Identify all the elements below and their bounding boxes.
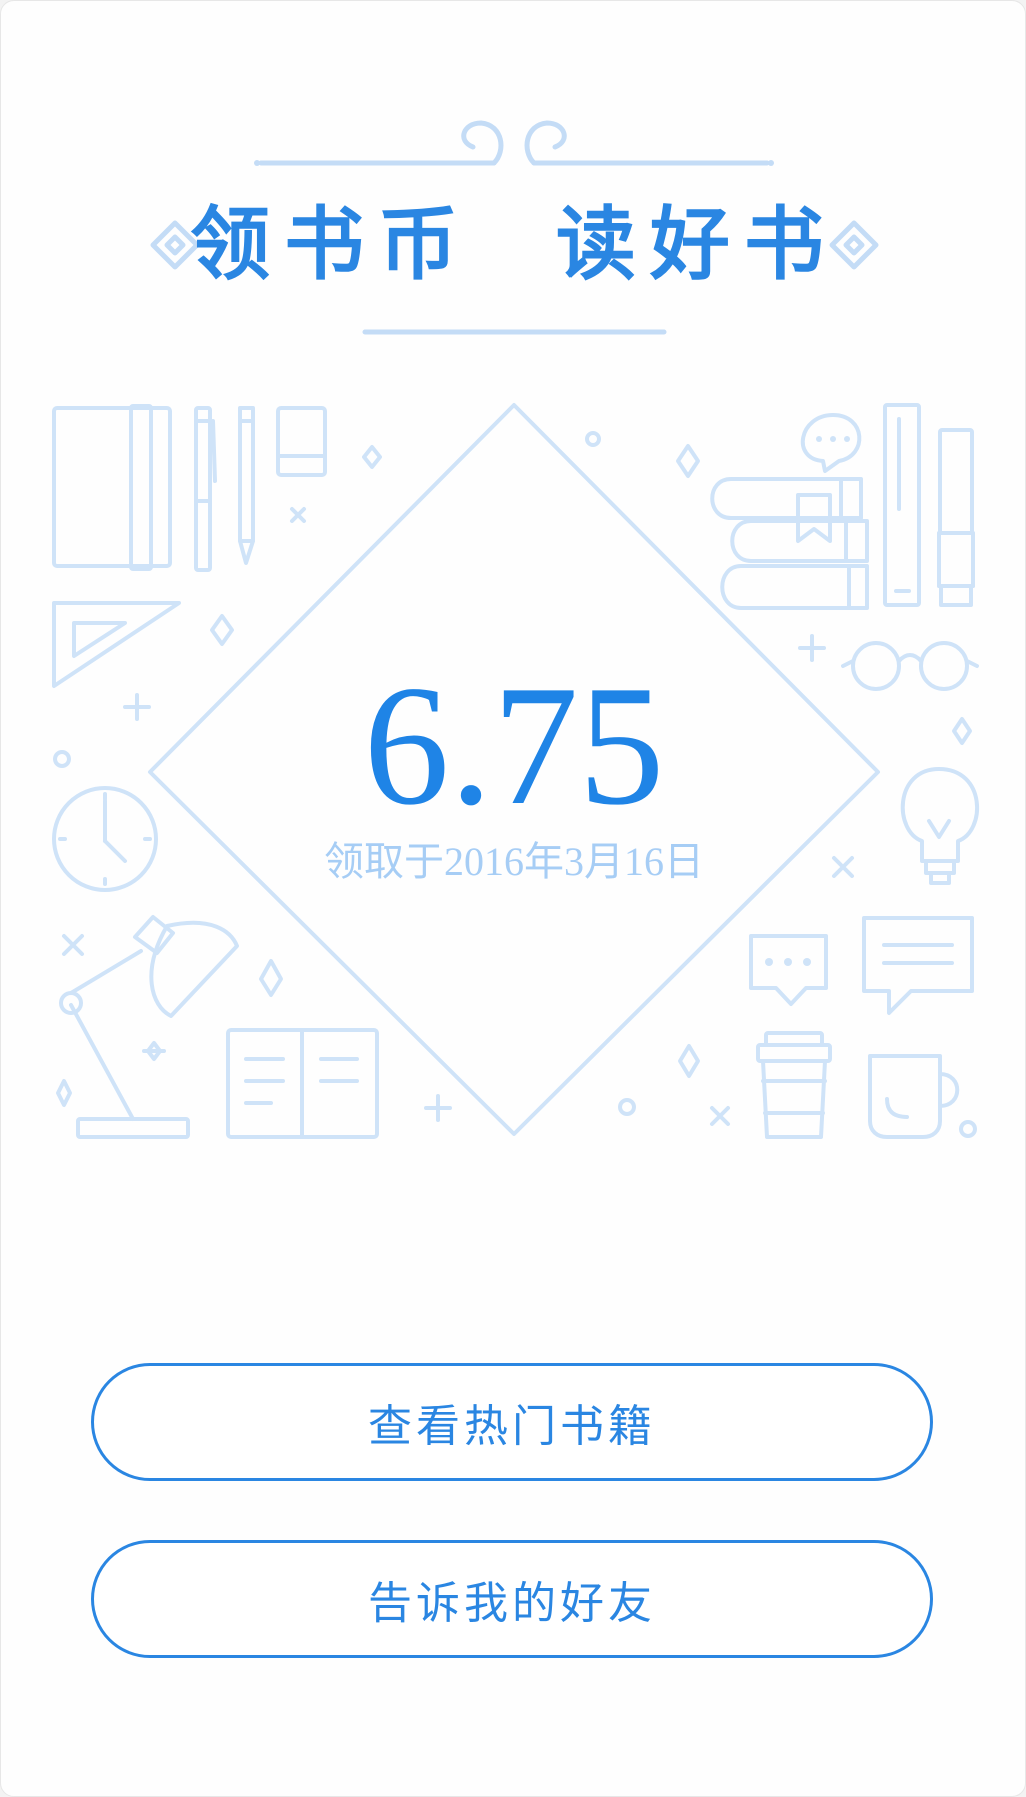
plus-icon bbox=[424, 1094, 452, 1122]
sparkle-icon bbox=[290, 507, 306, 523]
notebook-icon bbox=[52, 404, 172, 571]
desk-lamp-icon bbox=[59, 915, 239, 1139]
eraser-icon bbox=[276, 406, 327, 477]
sparkle-icon bbox=[362, 445, 382, 469]
pen-icon bbox=[194, 406, 217, 572]
dot-icon bbox=[618, 1098, 636, 1116]
sparkle-icon bbox=[259, 959, 283, 997]
sparkle-icon bbox=[56, 1079, 72, 1107]
speech-bubble-icon bbox=[862, 916, 974, 1015]
dot-icon bbox=[959, 1120, 977, 1138]
pencil-icon bbox=[238, 406, 255, 565]
reward-card: 领书币 读好书 6.75 领取于2016年3月16日 查看热门书籍 告诉我的好友 bbox=[0, 0, 1026, 1797]
speech-bubble-icon bbox=[749, 934, 828, 1006]
sparkle-icon bbox=[210, 614, 234, 646]
coin-amount: 6.75 bbox=[363, 651, 665, 841]
open-book-icon bbox=[226, 1028, 379, 1139]
sparkle-icon bbox=[710, 1106, 730, 1126]
claimed-date: 领取于2016年3月16日 bbox=[324, 839, 704, 884]
dot-icon bbox=[585, 431, 601, 447]
cloud-ornament-icon bbox=[254, 120, 774, 166]
chat-bubble-icon bbox=[800, 413, 862, 473]
sparkle-icon bbox=[676, 444, 700, 478]
sparkle-icon bbox=[678, 1044, 700, 1078]
mug-icon bbox=[868, 1054, 960, 1139]
pen-icon bbox=[937, 428, 975, 607]
tell-friends-button[interactable]: 告诉我的好友 bbox=[91, 1540, 933, 1658]
notebook-icon bbox=[883, 403, 921, 607]
view-hot-books-button[interactable]: 查看热门书籍 bbox=[91, 1363, 933, 1481]
book-stack-icon bbox=[710, 477, 869, 610]
sparkle-icon bbox=[62, 934, 84, 956]
sparkle-icon bbox=[142, 1041, 166, 1061]
coffee-cup-icon bbox=[756, 1031, 832, 1139]
page-title: 领书币 读好书 bbox=[190, 197, 838, 291]
